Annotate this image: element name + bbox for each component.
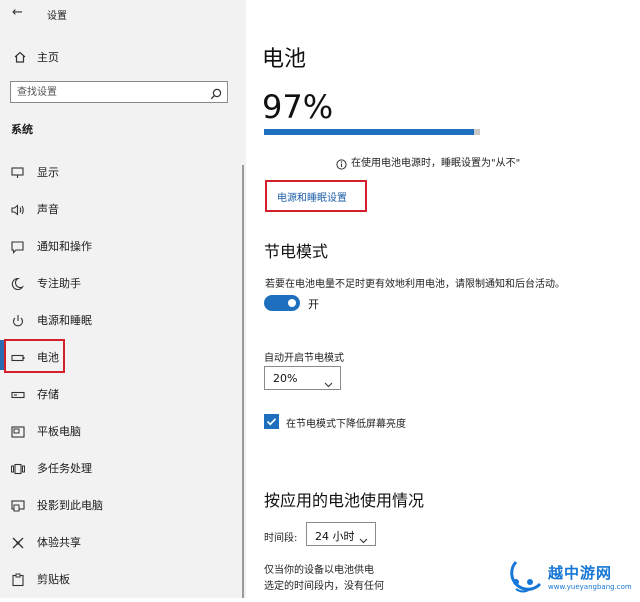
share-icon — [10, 535, 26, 549]
dim-brightness-checkbox[interactable] — [264, 414, 279, 429]
clipboard-icon — [10, 572, 26, 587]
sidebar-item-focus-assist[interactable]: 专注助手 — [0, 266, 246, 300]
sidebar: ← 设置 主页 系统 显示 声音 通知和操作 专注助手 电源和睡眠 电池 存储 — [0, 0, 246, 598]
sound-icon — [10, 202, 26, 216]
sidebar-item-label: 电源和睡眠 — [37, 314, 92, 327]
chevron-down-icon — [324, 374, 333, 388]
sidebar-item-multitasking[interactable]: 多任务处理 — [0, 451, 246, 485]
threshold-dropdown[interactable]: 20% — [264, 366, 341, 390]
period-value: 24 小时 — [315, 530, 355, 543]
sidebar-item-label: 多任务处理 — [37, 462, 92, 475]
power-icon — [10, 313, 26, 327]
toggle-knob — [288, 299, 296, 307]
sidebar-item-label: 显示 — [37, 166, 59, 179]
sidebar-item-label: 专注助手 — [37, 277, 81, 290]
sidebar-item-label: 体验共享 — [37, 536, 81, 549]
period-label: 时间段: — [264, 533, 298, 544]
period-dropdown[interactable]: 24 小时 — [306, 522, 376, 546]
sidebar-item-clipboard[interactable]: 剪贴板 — [0, 562, 246, 596]
sidebar-item-display[interactable]: 显示 — [0, 155, 246, 189]
back-arrow-icon[interactable]: ← — [12, 5, 23, 20]
page-title: 电池 — [262, 47, 307, 72]
sidebar-item-label: 通知和操作 — [37, 240, 92, 253]
tablet-icon — [10, 424, 26, 438]
toggle-state-label: 开 — [308, 298, 319, 311]
notification-icon — [10, 239, 26, 254]
sidebar-item-project[interactable]: 投影到此电脑 — [0, 488, 246, 522]
threshold-value: 20% — [273, 372, 298, 385]
section-title: 系统 — [11, 123, 33, 136]
storage-icon — [10, 387, 26, 401]
dim-brightness-label: 在节电模式下降低屏幕亮度 — [286, 419, 406, 430]
sidebar-item-shared-experiences[interactable]: 体验共享 — [0, 525, 246, 559]
watermark-text: 越中游网 — [548, 564, 613, 582]
sidebar-item-label: 声音 — [37, 203, 59, 216]
battery-saver-description: 若要在电池电量不足时更有效地利用电池，请限制通知和后台活动。 — [265, 279, 565, 290]
sleep-info-text: 在使用电池电源时，睡眠设置为"从不" — [351, 158, 521, 169]
search-box[interactable] — [10, 81, 228, 103]
sidebar-item-notifications[interactable]: 通知和操作 — [0, 229, 246, 263]
usage-heading: 按应用的电池使用情况 — [264, 491, 425, 510]
window-title: 设置 — [47, 11, 67, 22]
sidebar-item-tablet[interactable]: 平板电脑 — [0, 414, 246, 448]
search-icon[interactable] — [210, 85, 222, 100]
battery-saver-heading: 节电模式 — [264, 242, 329, 261]
auto-saver-label: 自动开启节电模式 — [264, 353, 344, 364]
home-link[interactable]: 主页 — [37, 49, 59, 65]
home-icon[interactable] — [13, 49, 27, 63]
sidebar-item-label: 平板电脑 — [37, 425, 81, 438]
battery-percentage: 97% — [262, 88, 334, 126]
sidebar-item-label: 剪贴板 — [37, 573, 70, 586]
search-input[interactable] — [11, 82, 201, 102]
moon-icon — [10, 276, 26, 291]
multitask-icon — [10, 461, 26, 475]
info-icon — [336, 155, 347, 170]
power-sleep-settings-link[interactable]: 电源和睡眠设置 — [277, 189, 347, 204]
sidebar-item-label: 存储 — [37, 388, 59, 401]
battery-level-bar — [264, 129, 480, 135]
project-icon — [10, 498, 26, 512]
sidebar-item-sound[interactable]: 声音 — [0, 192, 246, 226]
sidebar-item-storage[interactable]: 存储 — [0, 377, 246, 411]
checkmark-icon — [266, 418, 277, 426]
battery-level-fill — [264, 129, 474, 135]
chevron-down-icon — [359, 530, 368, 544]
usage-note-line2: 选定的时间段内，没有任何 — [264, 581, 384, 592]
watermark-url: www.yueyangbang.com — [548, 583, 632, 591]
sidebar-item-power-sleep[interactable]: 电源和睡眠 — [0, 303, 246, 337]
sidebar-item-label: 投影到此电脑 — [37, 499, 103, 512]
battery-saver-toggle[interactable] — [264, 295, 300, 311]
display-icon — [10, 165, 26, 179]
usage-note-line1: 仅当你的设备以电池供电 — [264, 565, 374, 576]
sidebar-scrollbar[interactable] — [242, 165, 244, 598]
highlight-box-battery — [4, 339, 65, 373]
